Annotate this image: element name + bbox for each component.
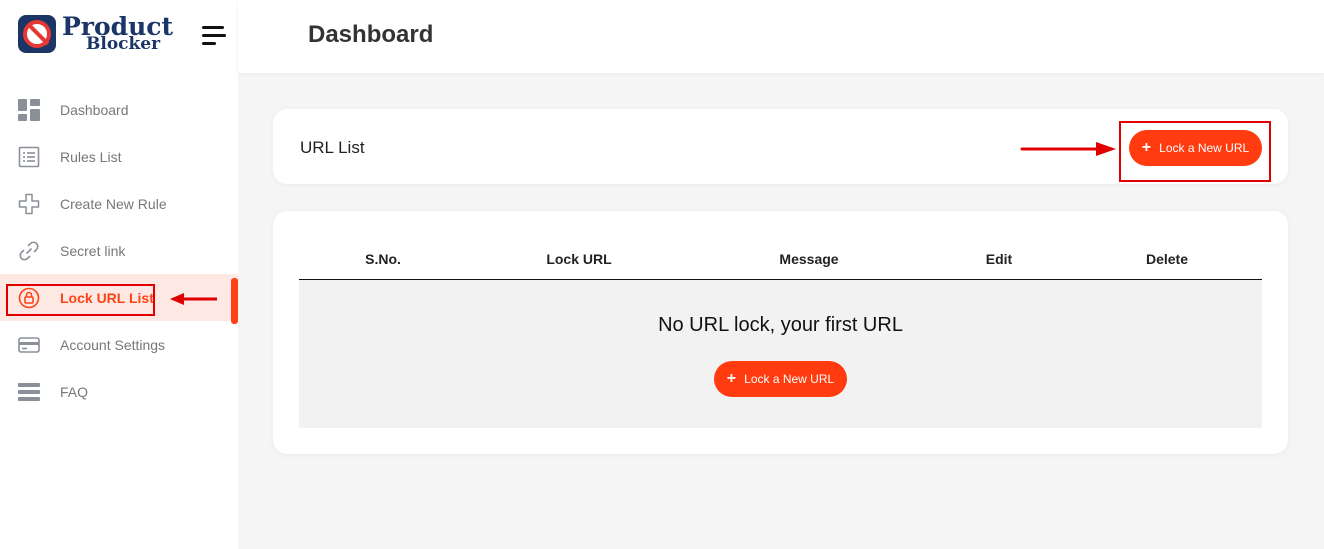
list-icon xyxy=(18,146,40,168)
column-header: Message xyxy=(779,251,839,267)
active-indicator xyxy=(231,278,238,324)
url-table-card: S.No. Lock URL Message Edit Delete No UR… xyxy=(273,211,1288,454)
annotation-highlight-box xyxy=(6,284,155,316)
bars-icon xyxy=(18,381,40,403)
sidebar-nav: Dashboard Rules List Create New Rule Sec… xyxy=(0,86,238,415)
sidebar-item-label: Rules List xyxy=(60,148,122,165)
sidebar: Product Blocker Dashboard Rules List Cre… xyxy=(0,0,238,549)
annotation-arrow-icon xyxy=(170,293,217,305)
sidebar-item-rules-list[interactable]: Rules List xyxy=(0,133,238,180)
annotation-highlight-box xyxy=(1119,121,1271,182)
column-header: S.No. xyxy=(365,251,401,267)
card-icon xyxy=(18,334,40,356)
empty-state-message: No URL lock, your first URL xyxy=(658,314,903,336)
page-title: Dashboard xyxy=(308,21,434,48)
top-header: Dashboard xyxy=(238,0,1324,73)
sidebar-item-label: Secret link xyxy=(60,242,126,259)
column-header: Edit xyxy=(985,251,1013,267)
sidebar-item-label: Dashboard xyxy=(60,101,129,118)
link-icon xyxy=(18,240,40,262)
sidebar-item-faq[interactable]: FAQ xyxy=(0,368,238,415)
brand-logo[interactable]: Product Blocker xyxy=(18,14,173,53)
lock-new-url-button[interactable]: + Lock a New URL xyxy=(714,361,847,397)
brand-name-line2: Blocker xyxy=(86,34,161,54)
empty-state: No URL lock, your first URL + Lock a New… xyxy=(299,280,1262,428)
sidebar-item-create-new-rule[interactable]: Create New Rule xyxy=(0,180,238,227)
dashboard-grid-icon xyxy=(18,98,40,121)
sidebar-item-label: Create New Rule xyxy=(60,195,167,212)
sidebar-item-label: Account Settings xyxy=(60,336,166,353)
column-header: Delete xyxy=(1145,251,1189,267)
sidebar-item-account-settings[interactable]: Account Settings xyxy=(0,321,238,368)
plus-icon: + xyxy=(726,370,737,387)
sidebar-item-dashboard[interactable]: Dashboard xyxy=(0,86,238,133)
annotation-arrow-icon xyxy=(1020,142,1116,156)
sidebar-item-secret-link[interactable]: Secret link xyxy=(0,227,238,274)
menu-toggle-icon[interactable] xyxy=(202,26,226,46)
card-title: URL List xyxy=(300,138,365,157)
column-header: Lock URL xyxy=(546,251,612,267)
sidebar-item-label: FAQ xyxy=(60,383,89,400)
product-blocker-logo-icon xyxy=(18,14,56,53)
button-label: Lock a New URL xyxy=(744,372,835,386)
table-header: S.No. Lock URL Message Edit Delete xyxy=(299,246,1262,280)
plus-outline-icon xyxy=(18,193,40,215)
